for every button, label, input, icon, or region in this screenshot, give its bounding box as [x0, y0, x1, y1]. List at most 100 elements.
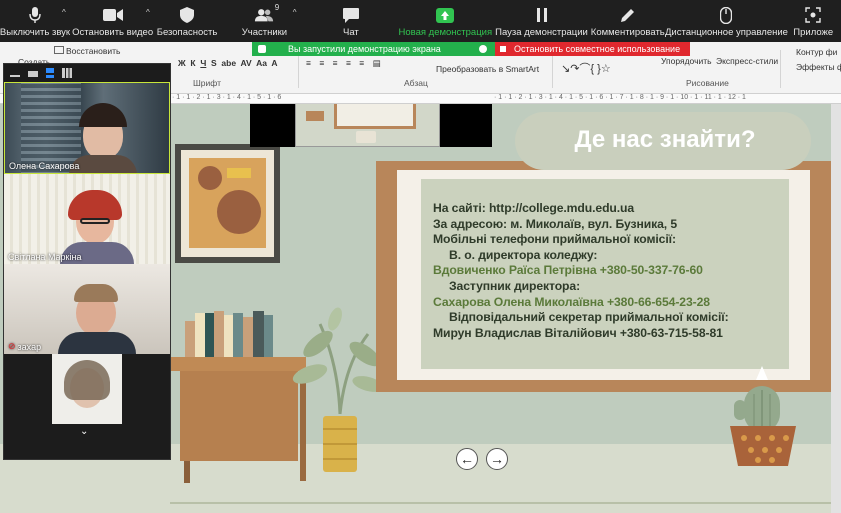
remote-control-label: Дистанционное управление	[665, 27, 788, 38]
shape-outline-button[interactable]: Контур фи	[796, 47, 837, 57]
font-group-label: Шрифт	[193, 78, 221, 88]
security-label: Безопасность	[156, 27, 218, 38]
stop-sharing-button[interactable]: Остановить совместное использование	[495, 42, 690, 56]
arrow-left-icon: ←	[460, 451, 474, 467]
participant-name-row: ⊘ захар	[8, 341, 41, 352]
stop-video-label: Остановить видео	[72, 27, 154, 38]
stop-icon	[500, 46, 506, 52]
contact-info-line: Мирун Владислав Віталійович +380-63-715-…	[433, 325, 723, 340]
restore-icon	[54, 46, 64, 54]
chat-bubble-icon	[341, 6, 361, 24]
sharing-status-text: Вы запустили демонстрацию экрана	[288, 44, 441, 54]
stop-video-button[interactable]: ^ Остановить видео	[70, 0, 155, 42]
mute-button[interactable]: ^ Выключить звук	[0, 0, 70, 42]
video-tile[interactable]: ⌄	[4, 354, 170, 442]
ribbon-separator	[780, 50, 781, 88]
participant-name: Олена Сахарова	[9, 161, 80, 171]
contact-info-line: За адресою: м. Миколаїв, вул. Бузника, 5	[433, 216, 678, 231]
font-format-buttons[interactable]: Ж К Ч S abe AV Aa A	[178, 58, 277, 68]
participant-body	[58, 332, 136, 354]
participant-name: Світлана Маркіна	[8, 252, 82, 262]
pencil-icon	[618, 6, 638, 24]
chevron-up-icon[interactable]: ^	[62, 8, 66, 17]
align-buttons[interactable]: ≡ ≡ ≡ ≡ ≡ ▤	[306, 58, 384, 69]
video-tile[interactable]: Світлана Маркіна	[4, 174, 170, 264]
chat-button[interactable]: Чат	[328, 0, 374, 42]
annotate-button[interactable]: Комментировать	[590, 0, 665, 42]
new-share-button[interactable]: Новая демонстрация	[398, 0, 493, 42]
chevron-up-icon[interactable]: ^	[293, 8, 297, 17]
contact-info-line: Заступник директора:	[449, 279, 581, 293]
slide-thumbnail	[295, 104, 440, 147]
contact-info-line: На сайті: http://college.mdu.edu.ua	[433, 201, 635, 215]
shapes-gallery[interactable]: ↘↷⌒{ }☆	[561, 60, 611, 76]
contact-info-line: Вдовиченко Раїса Петрівна +380-50-337-76…	[433, 263, 703, 278]
pause-share-label: Пауза демонстрации	[495, 27, 588, 38]
contact-info-line: Мобільні телефони приймальної комісії:	[433, 232, 676, 247]
video-panel-header	[4, 64, 170, 82]
books	[185, 309, 275, 357]
pause-icon	[532, 6, 552, 24]
slide-thumbnail-black-left	[250, 104, 295, 147]
participants-label: Участники	[241, 27, 288, 38]
mouse-icon	[716, 6, 736, 24]
gallery-view-icon[interactable]	[62, 68, 72, 78]
glasses	[80, 218, 110, 224]
shield-icon	[177, 6, 197, 24]
paragraph-group-label: Абзац	[404, 78, 428, 88]
video-tile[interactable]: Олена Сахарова	[4, 82, 170, 174]
arrange-button[interactable]: Упорядочить	[661, 56, 712, 66]
video-camera-icon	[102, 6, 123, 24]
speech-tail	[756, 366, 768, 380]
chevron-down-icon[interactable]: ⌄	[80, 426, 88, 437]
microphone-icon	[25, 6, 45, 24]
contact-info-line: Відповідальний секретар приймальної комі…	[449, 310, 729, 325]
participant-video	[52, 354, 122, 424]
strip-view-icon[interactable]	[46, 68, 54, 78]
restore-button[interactable]: Восстановить	[66, 46, 120, 56]
pause-share-button[interactable]: Пауза демонстрации	[493, 0, 590, 42]
desk-cabinet	[180, 371, 298, 461]
remote-control-button[interactable]: Дистанционное управление	[665, 0, 788, 42]
slide-next-button[interactable]: →	[486, 448, 508, 470]
minimize-icon[interactable]	[10, 75, 20, 77]
single-view-icon[interactable]	[28, 71, 38, 77]
arrow-right-icon: →	[490, 451, 504, 467]
shape-effects-button[interactable]: Эффекты ф	[796, 62, 841, 72]
muted-microphone-icon: ⊘	[8, 341, 16, 351]
new-share-label: Новая демонстрация	[398, 27, 493, 38]
apps-label: Приложе	[793, 27, 834, 38]
participant-hair	[74, 284, 118, 302]
quick-styles-button[interactable]: Экспресс-стили	[716, 56, 778, 66]
mute-label: Выключить звук	[0, 27, 71, 38]
share-arrow-icon	[435, 6, 455, 24]
drawing-group-label: Рисование	[686, 78, 729, 88]
sharing-status-banner: Вы запустили демонстрацию экрана	[252, 42, 495, 56]
contact-info-line: Сахарова Олена Миколаївна +380-66-654-23…	[433, 294, 710, 309]
slide-prev-button[interactable]: ←	[456, 448, 478, 470]
video-panel[interactable]: Олена Сахарова Світлана Маркіна ⊘ захар	[3, 63, 171, 460]
slide-thumbnail-black-right	[440, 104, 492, 147]
chevron-up-icon[interactable]: ^	[146, 8, 150, 17]
meeting-toolbar: ^ Выключить звук ^ Остановить видео Безо…	[0, 0, 841, 42]
annotate-label: Комментировать	[590, 27, 665, 38]
apps-button[interactable]: Приложе	[785, 0, 841, 42]
potted-plant	[292, 307, 384, 472]
participants-icon	[254, 6, 274, 24]
wall-picture	[175, 144, 280, 263]
shield-check-icon	[258, 45, 266, 53]
apps-icon	[803, 6, 823, 24]
video-tile[interactable]: ⊘ захар	[4, 264, 170, 354]
slide-title: Де нас знайти?	[574, 126, 756, 153]
desk	[171, 357, 306, 371]
participant-name: захар	[17, 341, 42, 352]
stop-sharing-label: Остановить совместное использование	[514, 44, 681, 54]
desk-leg	[184, 461, 190, 483]
convert-smartart-button[interactable]: Преобразовать в SmartArt	[436, 64, 539, 74]
security-check-icon	[479, 45, 487, 53]
scrollbar-track[interactable]	[831, 104, 841, 513]
participants-count: 9	[274, 3, 280, 12]
participants-button[interactable]: 9 ^ Участники	[225, 0, 304, 42]
security-button[interactable]: Безопасность	[155, 0, 218, 42]
cactus-pot	[730, 366, 796, 466]
